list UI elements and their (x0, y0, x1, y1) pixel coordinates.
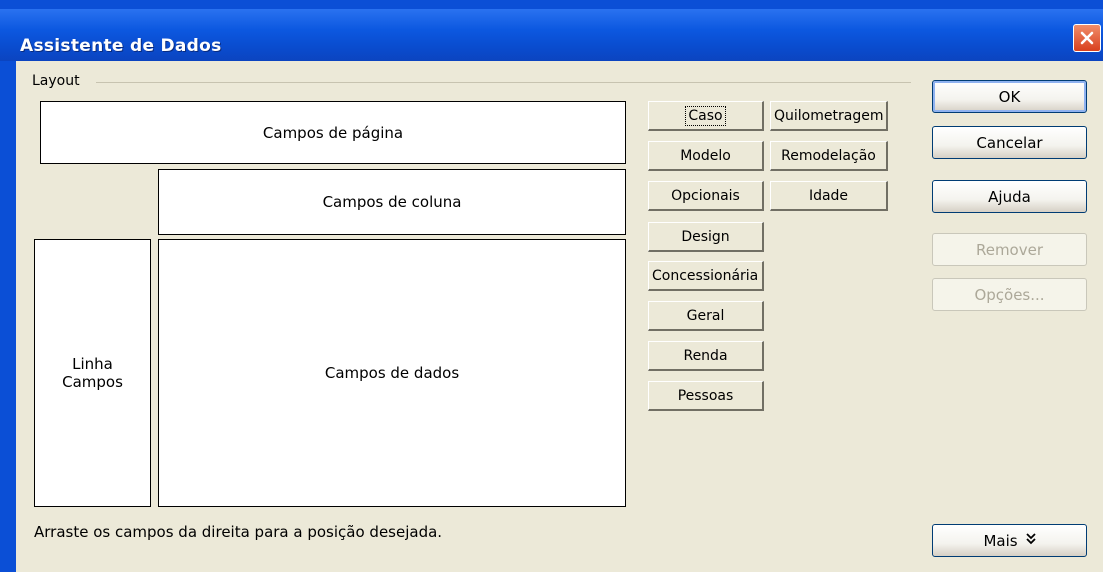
instruction-text: Arraste os campos da direita para a posi… (34, 523, 443, 541)
double-chevron-down-icon (1025, 533, 1036, 548)
help-label: Ajuda (988, 187, 1031, 206)
field-label: Concessionária (652, 267, 759, 284)
window-title: Assistente de Dados (20, 36, 222, 56)
more-label: Mais (983, 531, 1018, 550)
page-fields-area[interactable]: Campos de página (40, 101, 626, 164)
title-bar[interactable]: Assistente de Dados (0, 9, 1103, 61)
field-label: Design (681, 228, 730, 245)
field-button-design[interactable]: Design (648, 222, 764, 252)
field-label: Geral (686, 307, 725, 324)
cancel-label: Cancelar (976, 133, 1043, 152)
field-label: Opcionais (671, 187, 740, 204)
field-button-remodelacao[interactable]: Remodelação (770, 141, 888, 171)
field-label: Pessoas (677, 387, 734, 404)
field-label: Idade (808, 187, 849, 204)
column-fields-area[interactable]: Campos de coluna (158, 169, 626, 235)
options-button: Opções... (932, 278, 1087, 311)
field-button-concessionaria[interactable]: Concessionária (648, 261, 764, 291)
page-fields-label: Campos de página (262, 123, 404, 142)
layout-group-label: Layout (32, 73, 80, 89)
close-icon (1080, 31, 1094, 45)
remove-button: Remover (932, 233, 1087, 266)
row-fields-label-1: Linha (72, 355, 113, 373)
field-label: Caso (685, 105, 726, 126)
ok-label: OK (998, 87, 1021, 106)
ok-button[interactable]: OK (932, 80, 1087, 113)
group-divider (96, 82, 911, 83)
options-label: Opções... (974, 285, 1045, 304)
help-button[interactable]: Ajuda (932, 180, 1087, 213)
row-fields-label-2: Campos (62, 373, 123, 391)
close-button[interactable] (1073, 24, 1101, 52)
dialog-body: Layout Campos de página Campos de coluna… (16, 61, 1103, 572)
row-fields-area[interactable]: Linha Campos (34, 239, 151, 507)
field-label: Renda (683, 347, 728, 364)
field-label: Modelo (680, 147, 731, 164)
field-button-renda[interactable]: Renda (648, 341, 764, 371)
field-label: Quilometragem (774, 107, 884, 124)
column-fields-label: Campos de coluna (322, 193, 462, 211)
field-button-modelo[interactable]: Modelo (648, 141, 764, 171)
dialog-window: Assistente de Dados Layout Campos de pág… (0, 0, 1103, 572)
field-button-pessoas[interactable]: Pessoas (648, 381, 764, 411)
field-button-caso[interactable]: Caso (648, 101, 764, 131)
field-button-idade[interactable]: Idade (770, 181, 888, 211)
cancel-button[interactable]: Cancelar (932, 126, 1087, 159)
remove-label: Remover (975, 240, 1044, 259)
field-button-geral[interactable]: Geral (648, 301, 764, 331)
more-button[interactable]: Mais (932, 524, 1087, 557)
data-fields-area[interactable]: Campos de dados (158, 239, 626, 507)
field-label: Remodelação (781, 147, 876, 164)
field-button-opcionais[interactable]: Opcionais (648, 181, 764, 211)
data-fields-label: Campos de dados (324, 364, 460, 382)
field-button-quilometragem[interactable]: Quilometragem (770, 101, 888, 131)
